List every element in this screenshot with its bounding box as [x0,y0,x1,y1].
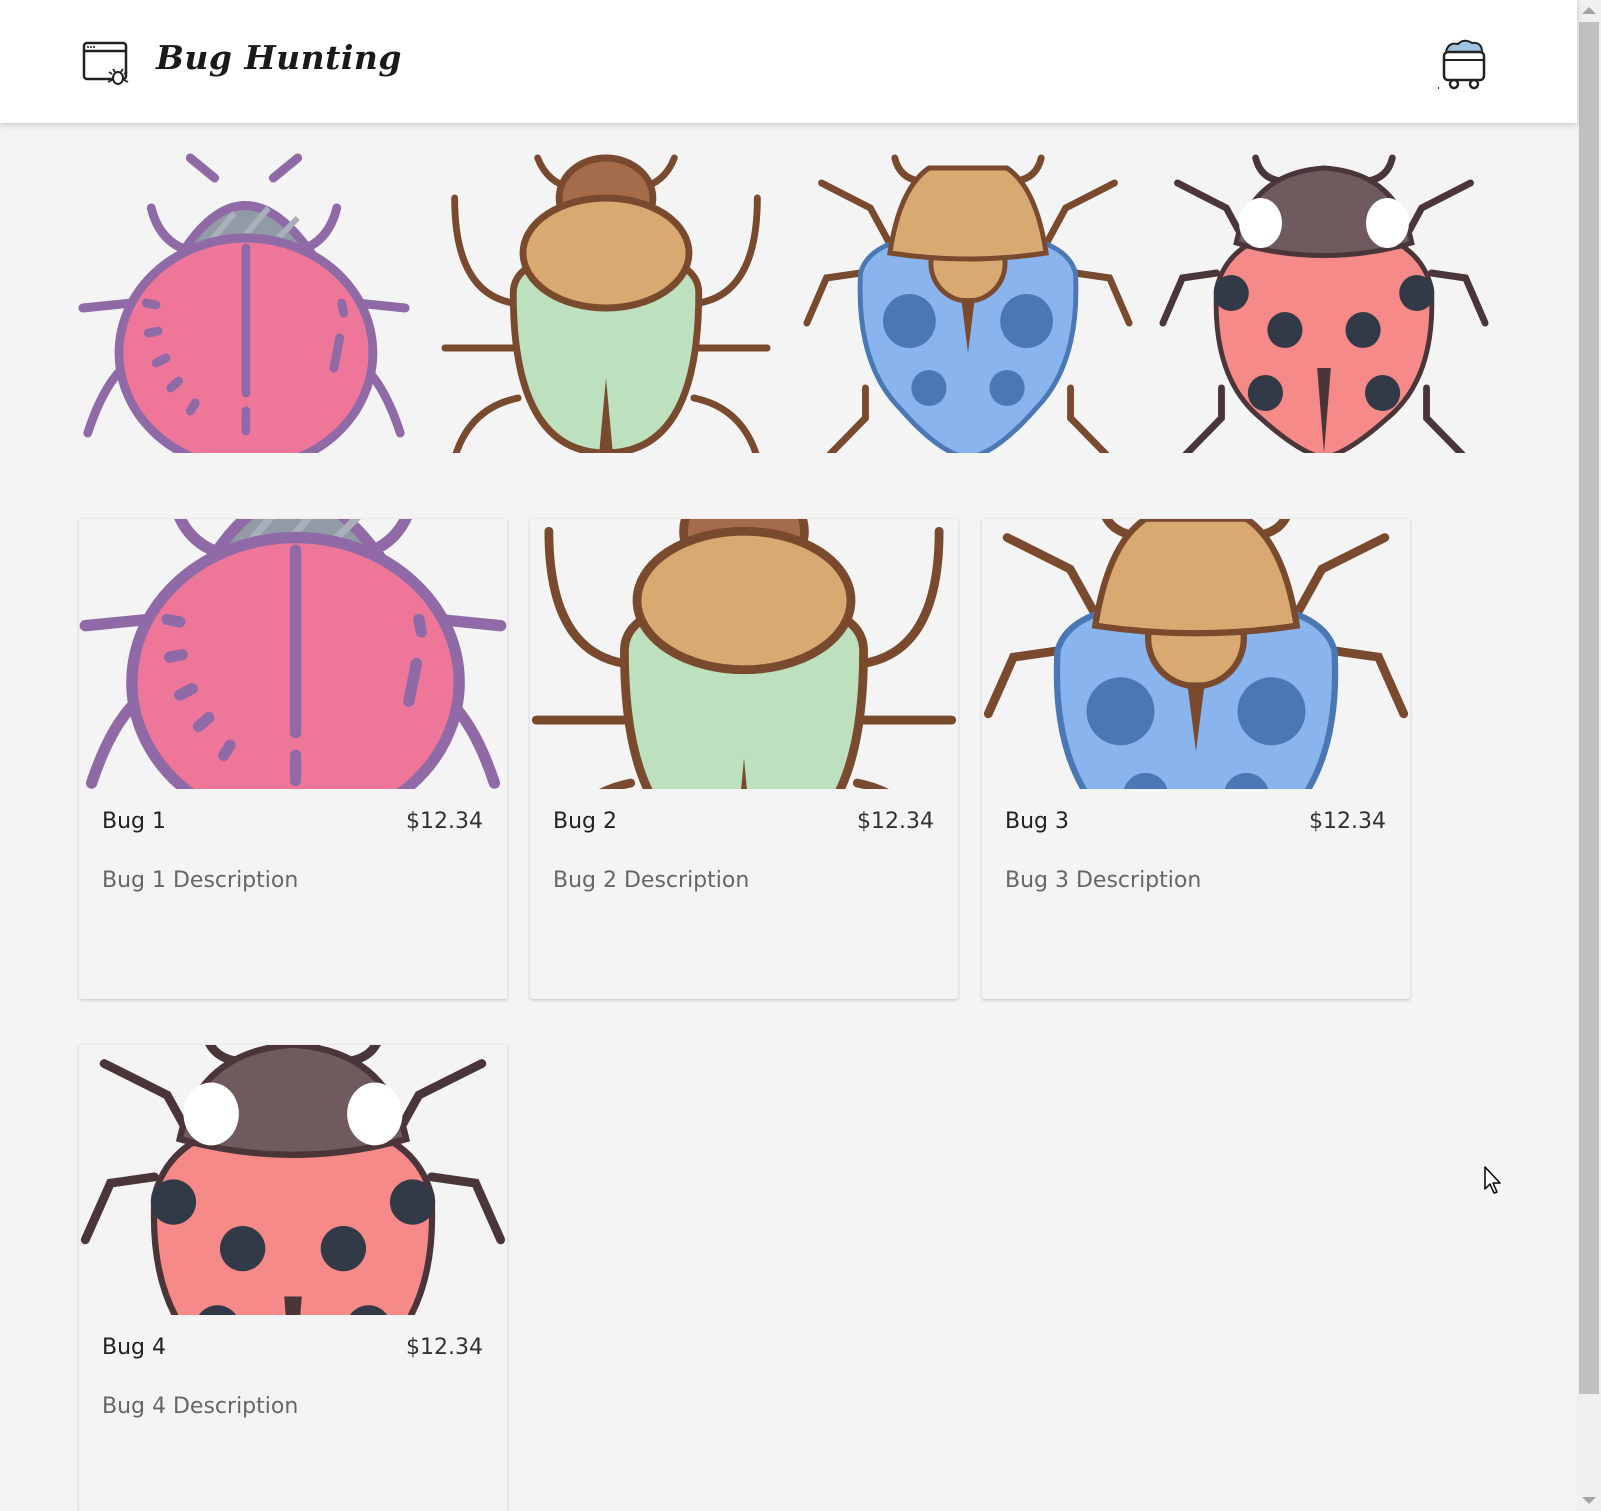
product-image[interactable] [530,519,958,789]
scrollbar-thumb[interactable] [1579,22,1599,1394]
product-description: Bug 4 Description [102,1394,299,1419]
green-beetle-icon [530,519,958,789]
product-image[interactable] [982,519,1410,789]
green-beetle-icon [440,153,772,453]
blue-beetle-icon [982,519,1410,789]
hero-green-beetle [440,153,772,453]
product-name[interactable]: Bug 3 [1005,809,1069,834]
ladybug-icon [1158,153,1490,453]
product-card[interactable]: Bug 2 $12.34 Bug 2 Description [530,519,958,999]
product-price: $12.34 [406,1335,483,1360]
brand-title[interactable]: Bug Hunting [156,38,402,77]
mouse-cursor-icon [1484,1166,1501,1194]
product-card[interactable]: Bug 4 $12.34 Bug 4 Description [79,1045,507,1511]
product-price: $12.34 [406,809,483,834]
product-name[interactable]: Bug 1 [102,809,166,834]
scroll-down-arrow-icon[interactable] [1582,1497,1596,1504]
top-navbar: Bug Hunting [0,0,1577,123]
product-description: Bug 3 Description [1005,868,1202,893]
product-price: $12.34 [857,809,934,834]
product-description: Bug 2 Description [553,868,750,893]
product-price: $12.34 [1309,809,1386,834]
mine-cart-icon[interactable] [1436,38,1492,94]
product-name[interactable]: Bug 4 [102,1335,166,1360]
hero-ladybug [1158,153,1490,453]
product-description: Bug 1 Description [102,868,299,893]
hero-pink-beetle [78,153,410,453]
browser-bug-icon[interactable] [82,40,130,88]
hero-blue-beetle [802,153,1134,453]
pink-beetle-icon [79,519,507,789]
product-image[interactable] [79,1045,507,1315]
product-image[interactable] [79,519,507,789]
ladybug-icon [79,1045,507,1315]
blue-beetle-icon [802,153,1134,453]
product-card[interactable]: Bug 1 $12.34 Bug 1 Description [79,519,507,999]
page-scrollbar[interactable] [1577,0,1601,1511]
product-name[interactable]: Bug 2 [553,809,617,834]
product-card[interactable]: Bug 3 $12.34 Bug 3 Description [982,519,1410,999]
scroll-up-arrow-icon[interactable] [1582,7,1596,14]
pink-beetle-icon [78,153,410,453]
